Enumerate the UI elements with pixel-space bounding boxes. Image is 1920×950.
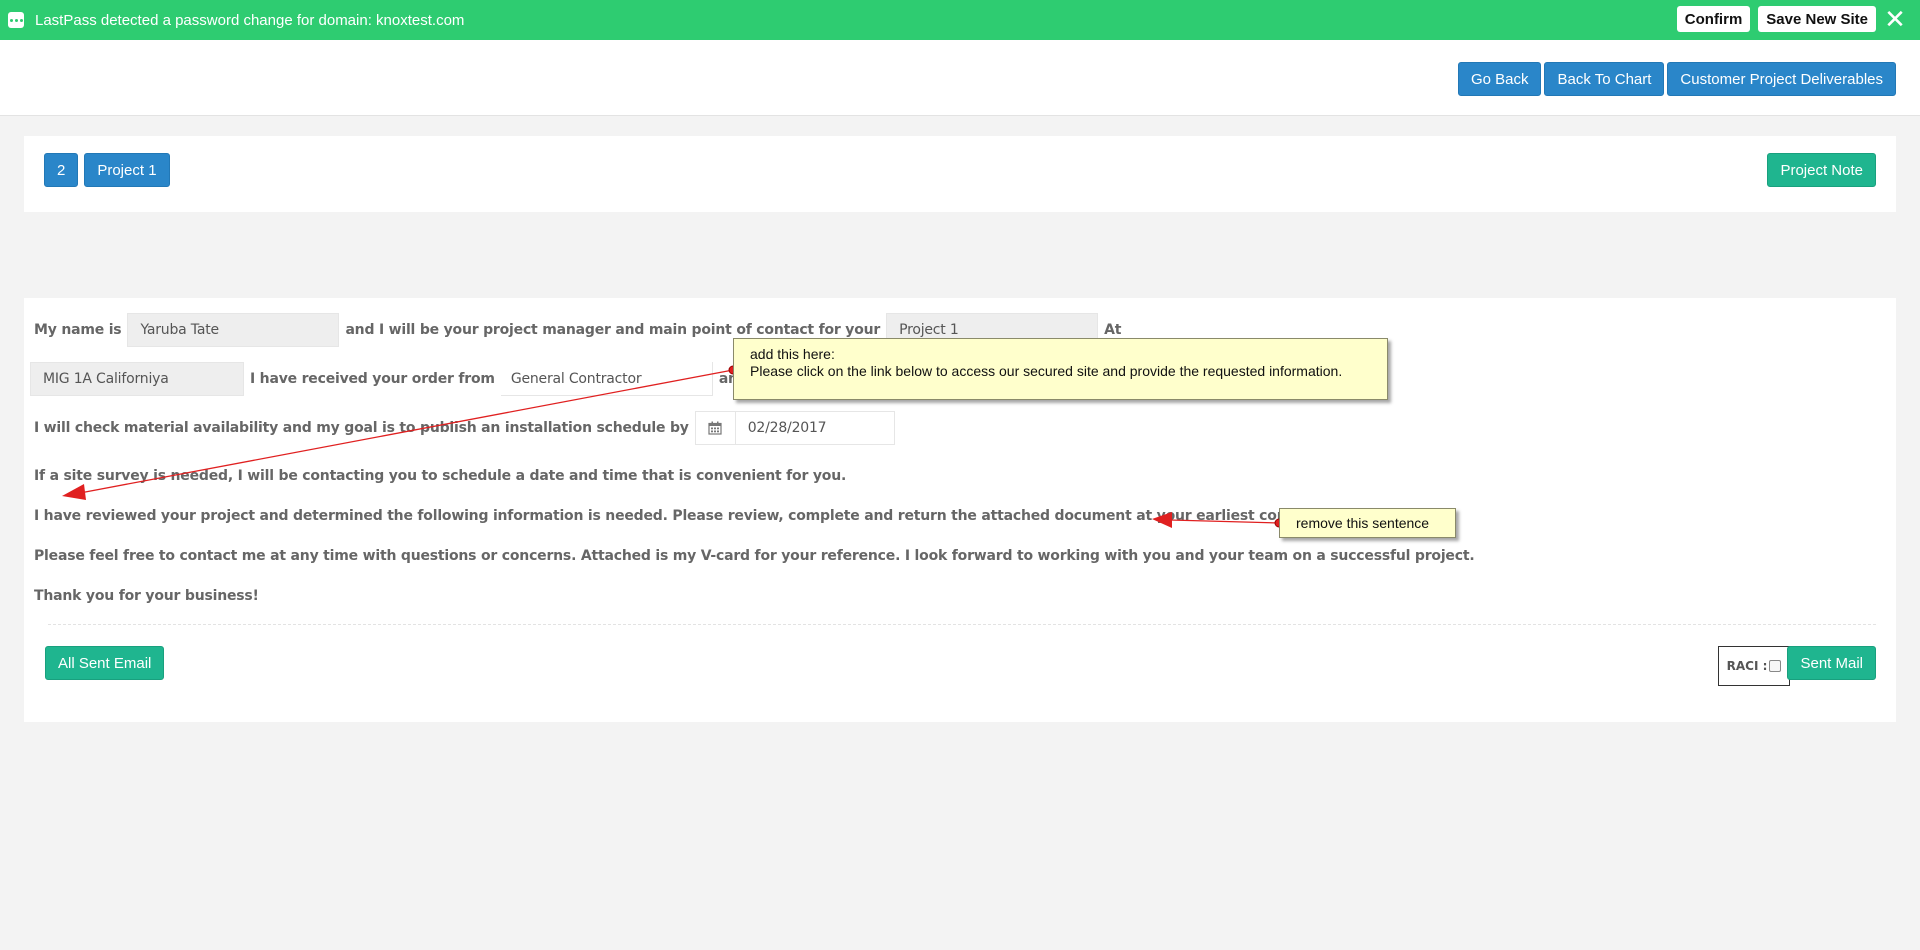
location-field[interactable]: MIG 1A Californiya (30, 362, 244, 396)
contact-paragraph: Please feel free to contact me at any ti… (34, 548, 1475, 564)
note1-title: add this here: (750, 346, 835, 362)
reviewed-project-paragraph: I have reviewed your project and determi… (34, 508, 1361, 524)
note1-body: Please click on the link below to access… (750, 363, 1343, 379)
project-breadcrumb: 2 Project 1 (44, 153, 170, 187)
back-to-chart-button[interactable]: Back To Chart (1544, 62, 1665, 96)
raci-toggle[interactable]: RACI : (1718, 646, 1790, 686)
close-icon[interactable]: ✕ (1884, 6, 1906, 32)
divider (48, 624, 1876, 625)
go-back-button[interactable]: Go Back (1457, 62, 1542, 96)
project-panel: 2 Project 1 Project Note (24, 136, 1896, 212)
line3-prefix: I will check material availability and m… (34, 420, 689, 436)
contractor-field[interactable]: General Contractor (500, 362, 713, 396)
annotation-remove-sentence-note: remove this sentence (1279, 508, 1456, 538)
project-note-button[interactable]: Project Note (1767, 153, 1876, 187)
letter-line-3: I will check material availability and m… (34, 411, 895, 445)
site-survey-paragraph: If a site survey is needed, I will be co… (34, 468, 847, 484)
sent-mail-button[interactable]: Sent Mail (1787, 646, 1876, 680)
top-nav-buttons: Go Back Back To Chart Customer Project D… (1457, 62, 1896, 96)
letter-line-2: MIG 1A Californiya I have received your … (30, 362, 779, 396)
confirm-button[interactable]: Confirm (1676, 6, 1751, 32)
project-number-button[interactable]: 2 (44, 153, 79, 187)
line2-middle: I have received your order from (250, 371, 495, 387)
raci-label: RACI : (1726, 659, 1768, 673)
project-name-button[interactable]: Project 1 (84, 153, 170, 187)
all-sent-email-button[interactable]: All Sent Email (45, 646, 165, 680)
schedule-date-picker[interactable]: 02/28/2017 (694, 411, 895, 445)
customer-project-deliverables-button[interactable]: Customer Project Deliverables (1667, 62, 1896, 96)
lastpass-message: LastPass detected a password change for … (35, 11, 465, 29)
raci-checkbox[interactable] (1769, 660, 1782, 672)
top-navigation: Go Back Back To Chart Customer Project D… (0, 40, 1920, 116)
calendar-icon[interactable] (695, 412, 736, 444)
lastpass-notification-bar: LastPass detected a password change for … (0, 0, 1920, 40)
lastpass-actions: Confirm Save New Site ✕ (1676, 6, 1906, 32)
line1-suffix: At (1104, 322, 1122, 338)
lastpass-dots-icon (8, 12, 24, 28)
line1-middle: and I will be your project manager and m… (345, 322, 881, 338)
annotation-add-text-note: add this here: Please click on the link … (733, 338, 1388, 400)
save-new-site-button[interactable]: Save New Site (1758, 6, 1876, 32)
line1-prefix: My name is (34, 322, 122, 338)
thank-you-paragraph: Thank you for your business! (34, 588, 259, 604)
manager-name-field[interactable]: Yaruba Tate (127, 313, 340, 347)
schedule-date-input[interactable]: 02/28/2017 (736, 412, 894, 444)
